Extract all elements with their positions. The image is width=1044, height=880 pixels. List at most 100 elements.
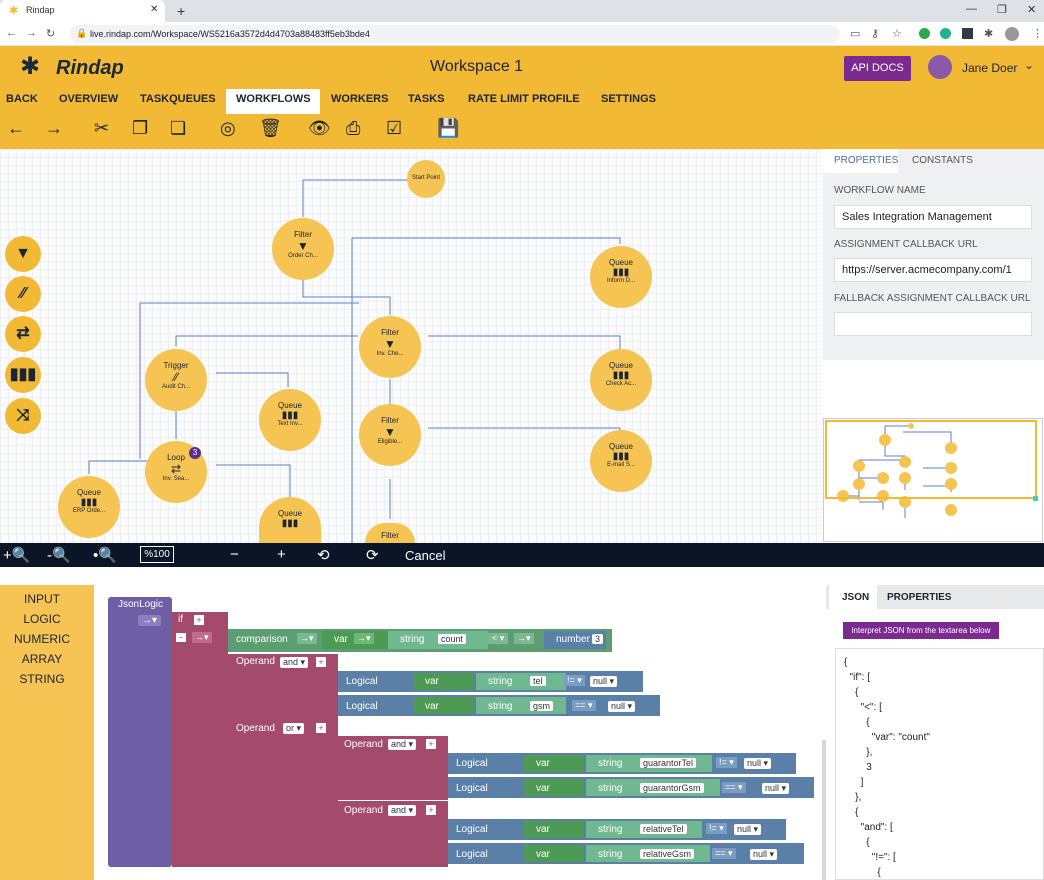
arrow-dropdown[interactable]: →▾ [297, 633, 317, 644]
string-value-field[interactable]: tel [530, 676, 546, 686]
add-icon[interactable]: + [316, 657, 326, 667]
tab-json[interactable]: JSON [842, 592, 869, 603]
redo-icon[interactable]: → [45, 118, 63, 139]
chevron-down-icon[interactable]: ⌄ [1024, 58, 1034, 72]
string-value-field[interactable]: guarantorGsm [640, 783, 704, 793]
null-field[interactable]: null ▾ [734, 824, 762, 835]
add-icon[interactable]: + [426, 739, 436, 749]
operator-dropdown[interactable]: < ▾ [488, 633, 509, 644]
nav-overview[interactable]: OVERVIEW [59, 93, 118, 105]
star-icon[interactable]: ☆ [892, 27, 902, 40]
plus-icon[interactable]: + [277, 546, 286, 563]
category-numeric[interactable]: NUMERIC [0, 632, 84, 646]
close-tab-icon[interactable]: ✕ [150, 4, 158, 15]
var-block[interactable] [524, 755, 584, 772]
queue-node-email[interactable]: Queue ▮▮▮ E-mail S... [590, 430, 652, 492]
var-block[interactable] [413, 697, 473, 714]
zoom-in-icon[interactable]: +🔍 [3, 546, 30, 564]
add-icon[interactable]: + [426, 805, 436, 815]
minimize-icon[interactable]: — [966, 3, 977, 15]
trigger-node-audit[interactable]: Trigger ⁄⁄ Audit Ch... [145, 349, 207, 411]
operator-dropdown[interactable]: == ▾ [572, 700, 596, 711]
cast-icon[interactable]: ▭ [850, 27, 860, 40]
string-value-field[interactable]: guarantorTel [640, 758, 697, 768]
reload-icon[interactable]: ↻ [46, 27, 55, 40]
queue-node-text-inv[interactable]: Queue ▮▮▮ Text Inv... [259, 389, 321, 451]
string-value-field[interactable]: count [438, 634, 467, 644]
nav-workflows[interactable]: WORKFLOWS [236, 93, 311, 105]
json-textarea[interactable]: { "if": [ { "<": [ { "var": "count" }, 3… [835, 648, 1044, 880]
minimap-viewport[interactable] [825, 420, 1037, 499]
string-value-field[interactable]: relativeGsm [640, 849, 695, 859]
filter-node-eligible[interactable]: Filter ▼ Eligible... [359, 404, 421, 466]
assignment-callback-field[interactable]: https://server.acmecompany.com/1 [834, 258, 1032, 282]
trigger-tool-icon[interactable]: ⁄⁄ [5, 276, 41, 312]
category-string[interactable]: STRING [0, 672, 84, 686]
add-icon[interactable]: + [316, 723, 326, 733]
nav-taskqueues[interactable]: TASKQUEUES [140, 93, 216, 105]
checklist-icon[interactable]: ☑ [386, 118, 402, 139]
url-field[interactable]: 🔒 live.rindap.com/Workspace/WS5216a3572d… [70, 25, 840, 43]
operator-dropdown[interactable]: != ▾ [706, 823, 727, 834]
fallback-callback-field[interactable] [834, 312, 1032, 336]
preview-icon[interactable]: 👁 [308, 118, 331, 139]
null-field[interactable]: null ▾ [608, 701, 636, 712]
back-arrow-icon[interactable]: ← [6, 27, 17, 39]
redo-zoom-icon[interactable]: ⟳ [366, 546, 379, 564]
if-block[interactable] [172, 612, 228, 867]
extension-teal-icon[interactable] [940, 28, 951, 39]
operator-select[interactable]: or ▾ [283, 723, 305, 734]
category-array[interactable]: ARRAY [0, 652, 84, 666]
operator-dropdown[interactable]: == ▾ [712, 848, 736, 859]
var-block[interactable] [524, 821, 584, 838]
arrow-dropdown[interactable]: →▾ [192, 632, 212, 643]
arrow-dropdown[interactable]: →▾ [138, 615, 162, 626]
null-field[interactable]: null ▾ [744, 758, 772, 769]
close-window-icon[interactable]: ✕ [1027, 3, 1036, 16]
null-field[interactable]: null ▾ [750, 849, 778, 860]
category-input[interactable]: INPUT [0, 592, 84, 606]
menu-icon[interactable]: ⋮ [1032, 27, 1043, 40]
key-icon[interactable]: ⚷ [871, 27, 879, 40]
profile-icon[interactable] [1005, 27, 1019, 41]
new-tab-icon[interactable]: + [177, 3, 185, 19]
zoom-level[interactable]: %100 [140, 546, 174, 563]
avatar[interactable] [928, 55, 952, 79]
delete-icon[interactable]: 🗑 [259, 118, 282, 139]
cut-icon[interactable]: ✂ [94, 118, 109, 139]
branch-tool-icon[interactable]: ⤨ [5, 398, 41, 434]
puzzle-icon[interactable]: ✱ [984, 27, 993, 40]
nav-workers[interactable]: WORKERS [331, 93, 388, 105]
minimap-resize-handle[interactable] [1033, 496, 1038, 501]
number-value-field[interactable]: 3 [592, 634, 604, 644]
string-value-field[interactable]: relativeTel [640, 824, 687, 834]
queue-node-inform[interactable]: Queue ▮▮▮ Inform D... [590, 246, 652, 308]
cancel-button[interactable]: Cancel [405, 548, 445, 563]
zoom-out-icon[interactable]: -🔍 [47, 546, 71, 564]
jsonlogic-block[interactable] [108, 597, 172, 867]
var-block[interactable] [524, 845, 584, 862]
api-docs-button[interactable]: API DOCS [844, 56, 911, 81]
arrow-dropdown[interactable]: →▾ [354, 633, 374, 644]
tab-properties[interactable]: PROPERTIES [834, 155, 898, 166]
copy-icon[interactable]: ❐ [132, 118, 148, 139]
add-icon[interactable]: + [194, 615, 204, 625]
queue-node-erp-order[interactable]: Queue ▮▮▮ ERP Orde... [58, 476, 120, 538]
user-name[interactable]: Jane Doer [962, 61, 1017, 75]
duplicate-icon[interactable]: ◎ [220, 118, 236, 139]
workflow-name-field[interactable]: Sales Integration Management [834, 205, 1032, 229]
nav-back[interactable]: BACK [6, 93, 38, 105]
null-field[interactable]: null ▾ [762, 783, 790, 794]
operator-select[interactable]: and ▾ [280, 657, 309, 668]
nav-tasks[interactable]: TASKS [408, 93, 444, 105]
null-field[interactable]: null ▾ [590, 676, 618, 687]
nav-rate-limit-profile[interactable]: RATE LIMIT PROFILE [468, 93, 580, 105]
operator-dropdown[interactable]: != ▾ [716, 757, 737, 768]
interpret-json-button[interactable]: interpret JSON from the textarea below [843, 622, 999, 639]
queue-node-check-ac[interactable]: Queue ▮▮▮ Check Ac... [590, 349, 652, 411]
loop-tool-icon[interactable]: ⇄ [5, 316, 41, 352]
arrow-dropdown[interactable]: →▾ [514, 633, 534, 644]
operator-dropdown[interactable]: == ▾ [722, 782, 746, 793]
filter-tool-icon[interactable]: ▼ [5, 236, 41, 272]
print-icon[interactable]: ⎙ [346, 118, 360, 139]
